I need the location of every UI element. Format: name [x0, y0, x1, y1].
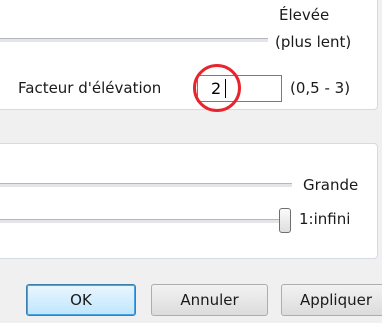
- scale-value-label: 1:infini: [299, 210, 351, 228]
- text-cursor: [225, 79, 226, 98]
- elevation-slider-track[interactable]: [0, 38, 268, 43]
- elevation-range-hint: (0,5 - 3): [290, 79, 351, 97]
- slider-max-label: Élevée: [279, 6, 330, 24]
- slider-max-sublabel: (plus lent): [275, 33, 352, 51]
- cancel-button[interactable]: Annuler: [151, 284, 268, 316]
- scale-slider-thumb[interactable]: [279, 208, 291, 233]
- scale-slider-track[interactable]: [0, 219, 282, 224]
- ok-button[interactable]: OK: [26, 284, 136, 316]
- apply-button[interactable]: Appliquer: [281, 284, 382, 316]
- scale-top-slider-track[interactable]: [0, 183, 292, 188]
- elevation-factor-input[interactable]: [197, 75, 282, 102]
- scale-group-panel: [0, 143, 378, 259]
- slider-max-label-grande: Grande: [303, 176, 359, 194]
- elevation-factor-label: Facteur d'élévation: [18, 79, 162, 97]
